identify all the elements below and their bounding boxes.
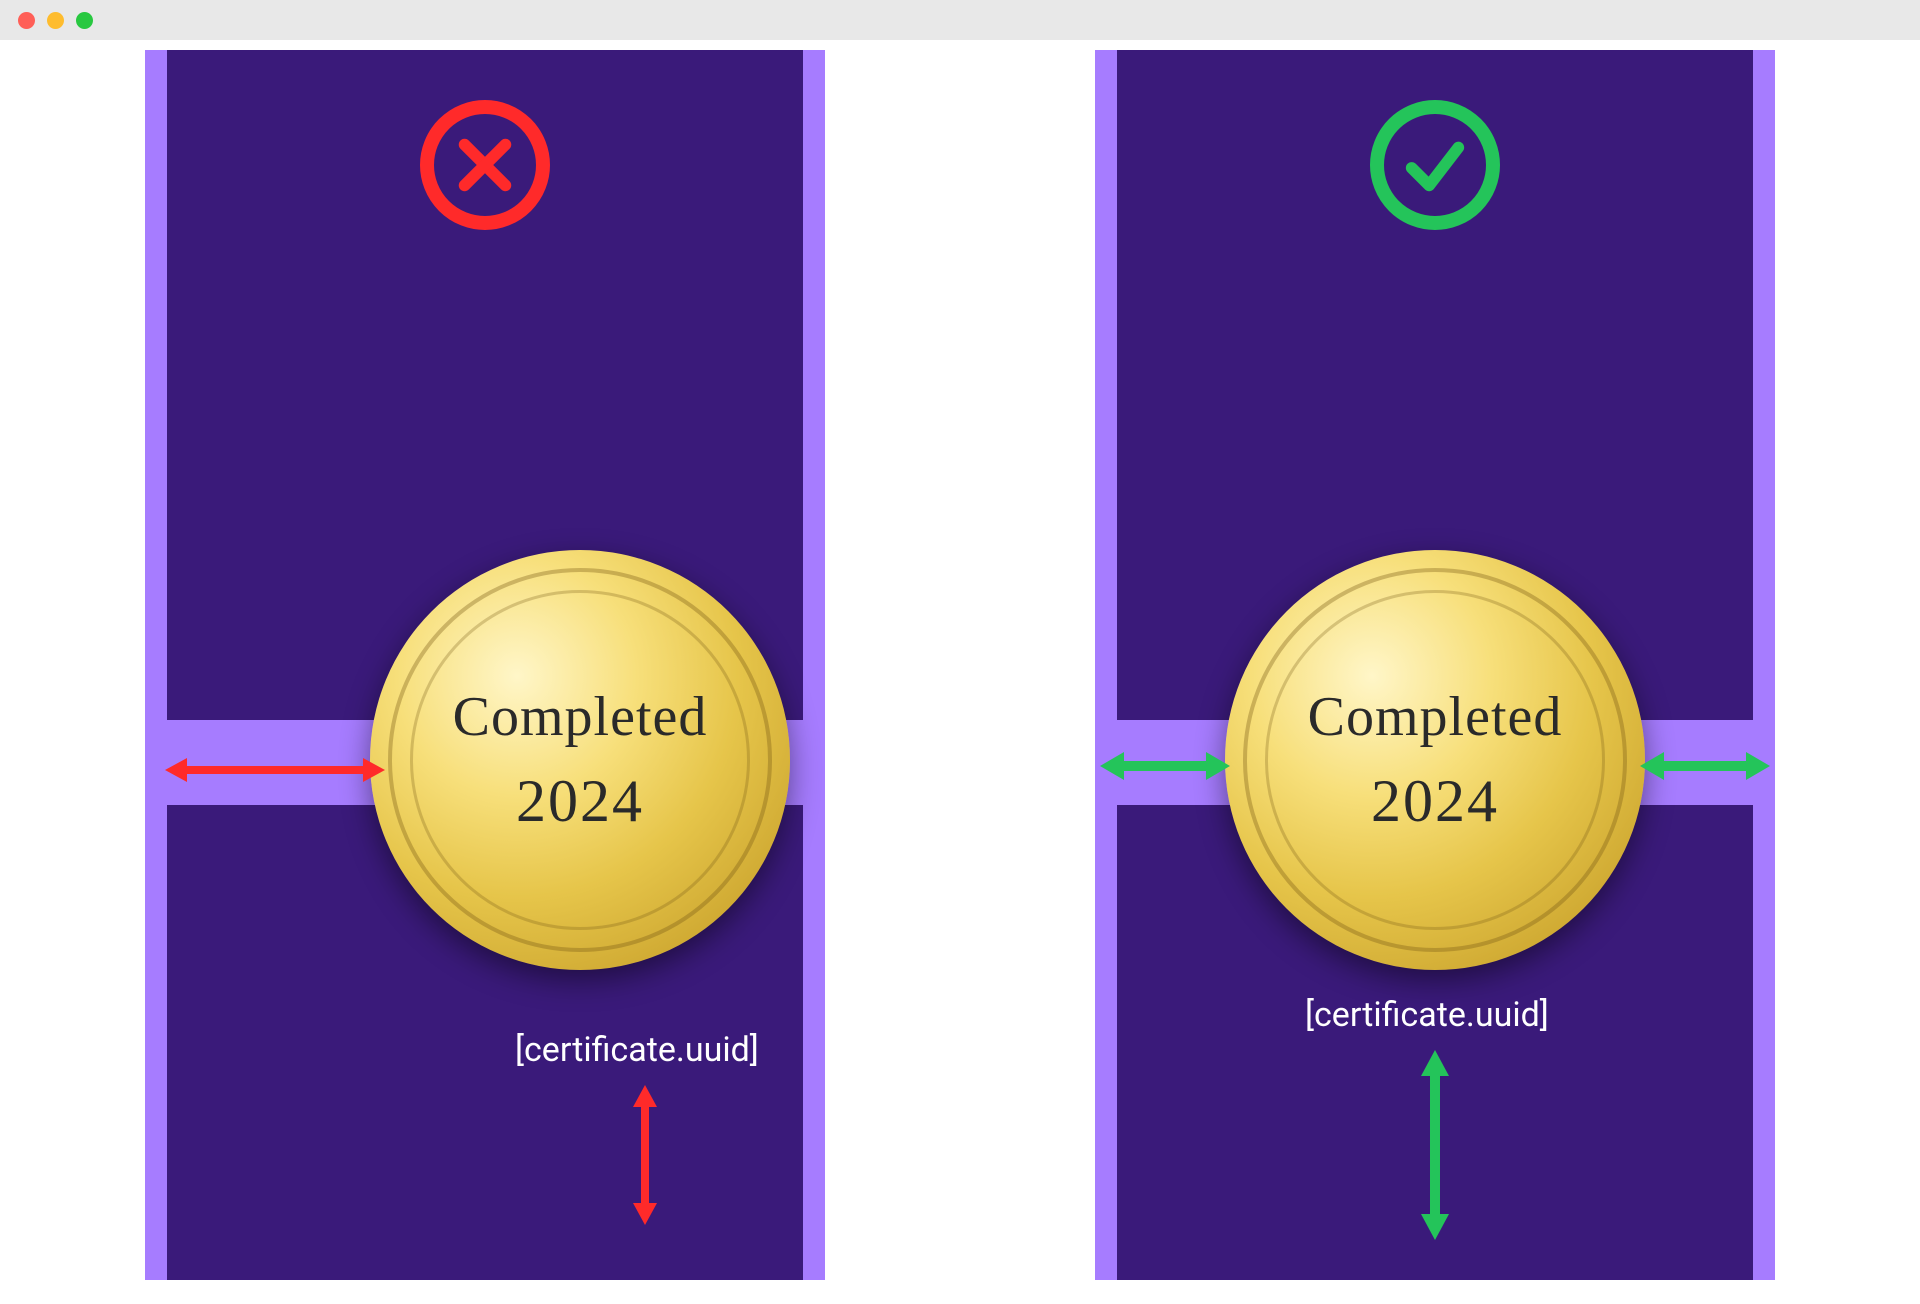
badge-line1: Completed bbox=[453, 685, 708, 749]
close-icon[interactable] bbox=[18, 12, 35, 29]
window-chrome bbox=[0, 0, 1920, 40]
vertical-arrow-icon bbox=[625, 1085, 665, 1225]
minimize-icon[interactable] bbox=[47, 12, 64, 29]
horizontal-arrow-left-icon bbox=[1100, 746, 1230, 786]
panel-correct: Completed 2024 [certificate.uuid] bbox=[1095, 50, 1775, 1280]
badge-line2: 2024 bbox=[1371, 767, 1499, 836]
horizontal-arrow-icon bbox=[165, 750, 385, 790]
comparison-diagram: Completed 2024 [certificate.uuid] bbox=[0, 40, 1920, 1280]
x-circle-icon bbox=[420, 100, 550, 230]
vertical-arrow-icon bbox=[1415, 1050, 1455, 1240]
completion-badge: Completed 2024 bbox=[370, 550, 790, 970]
panel-wrong: Completed 2024 [certificate.uuid] bbox=[145, 50, 825, 1280]
horizontal-arrow-right-icon bbox=[1640, 746, 1770, 786]
completion-badge: Completed 2024 bbox=[1225, 550, 1645, 970]
placeholder-text: [certificate.uuid] bbox=[515, 1030, 759, 1070]
check-circle-icon bbox=[1370, 100, 1500, 230]
badge-line2: 2024 bbox=[516, 767, 644, 836]
placeholder-text: [certificate.uuid] bbox=[1305, 995, 1549, 1035]
badge-line1: Completed bbox=[1308, 685, 1563, 749]
zoom-icon[interactable] bbox=[76, 12, 93, 29]
